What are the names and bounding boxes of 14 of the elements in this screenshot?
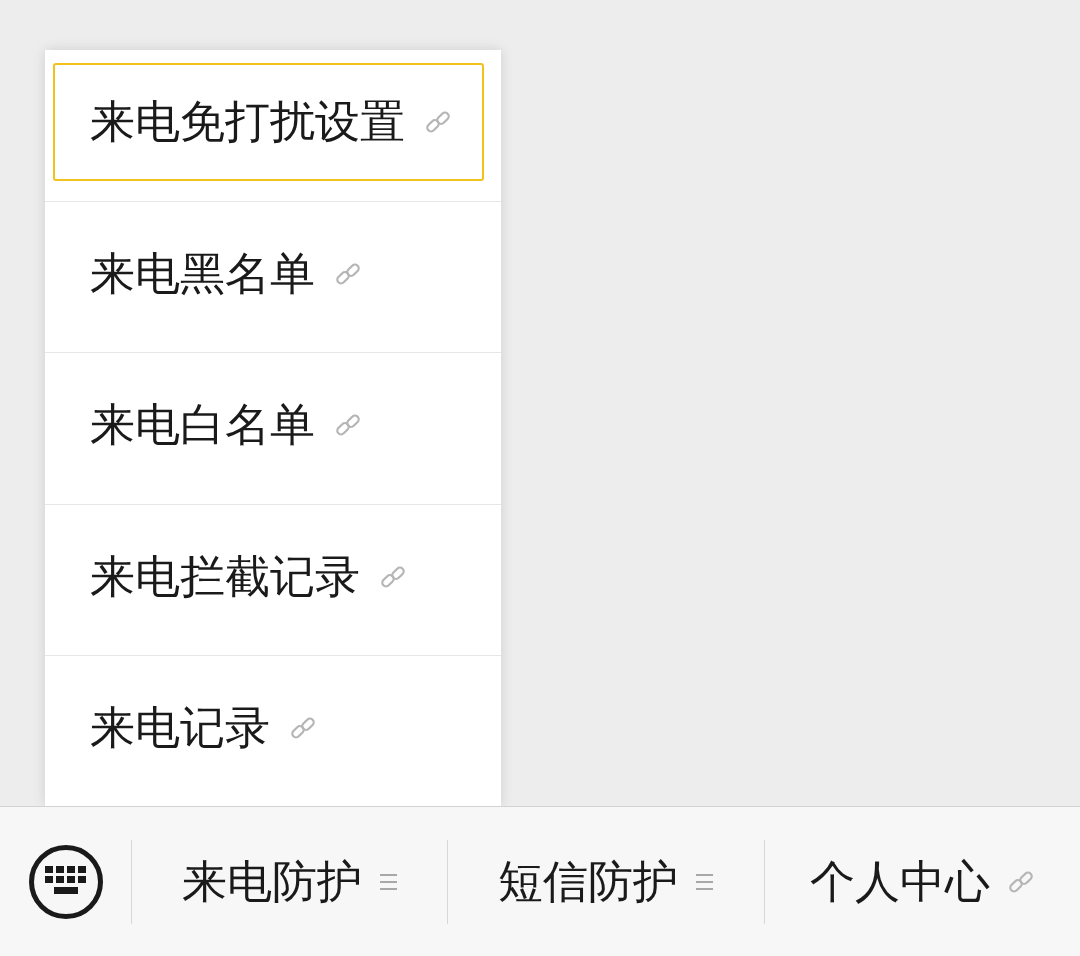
menu-item[interactable]: 来电白名单: [53, 366, 484, 484]
link-icon: [290, 715, 316, 741]
menu-tab[interactable]: 个人中心: [763, 839, 1080, 924]
menu-item[interactable]: 来电免打扰设置: [53, 63, 484, 181]
menu-tab[interactable]: 来电防护: [131, 839, 448, 924]
keyboard-icon: [28, 844, 103, 919]
link-icon: [335, 412, 361, 438]
menu-tab[interactable]: 短信防护: [447, 839, 764, 924]
menu-icon: [380, 871, 398, 892]
menu-item[interactable]: 来电记录: [53, 669, 484, 787]
menu-item[interactable]: 来电拦截记录: [53, 517, 484, 636]
menu-item[interactable]: 来电黑名单: [53, 214, 484, 333]
link-icon: [425, 109, 451, 135]
menu-icon: [696, 871, 714, 892]
